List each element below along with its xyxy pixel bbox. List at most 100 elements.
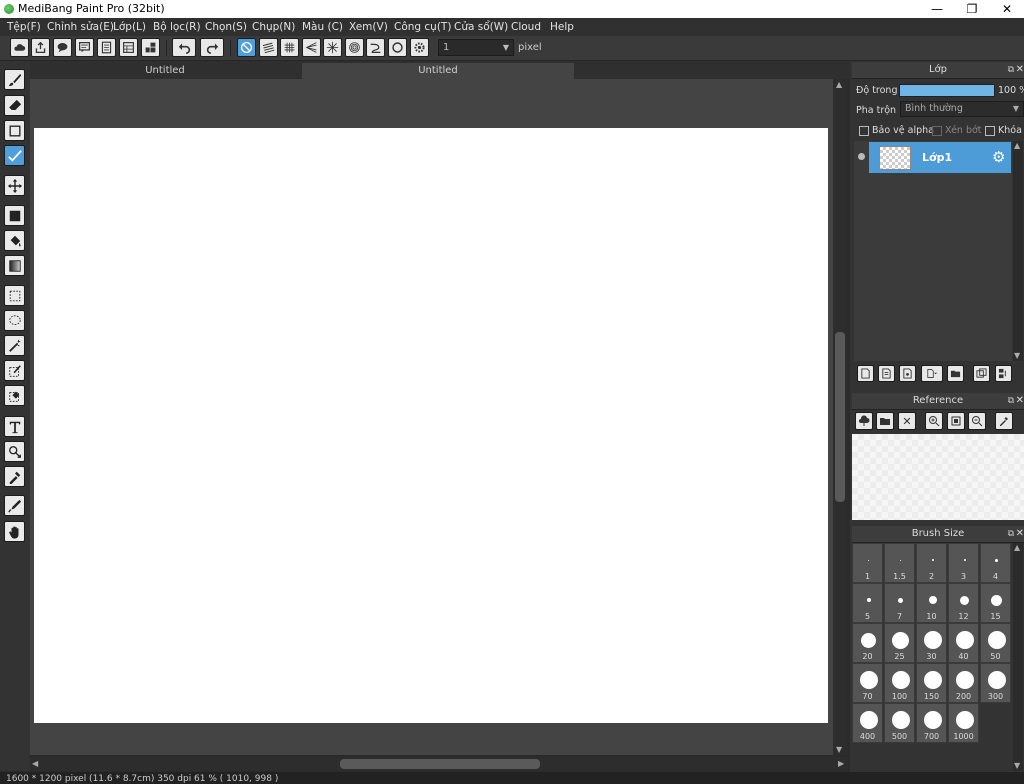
close-icon[interactable]: ✕ [1016,393,1024,409]
brush-size-cell[interactable]: 30 [916,623,947,663]
speech-bubble-icon[interactable] [53,38,72,57]
text-tool-icon[interactable] [4,416,25,437]
duplicate-layer-icon[interactable] [973,365,990,382]
brush-size-cell[interactable]: 1.5 [884,543,915,583]
brush-size-cell[interactable]: 25 [884,623,915,663]
maximize-button[interactable]: ❐ [955,0,989,18]
new-layer-icon[interactable] [857,365,874,382]
upload-icon[interactable] [31,38,50,57]
scroll-up-icon[interactable]: ▲ [836,80,842,89]
eyedropper-tool-icon[interactable] [4,466,25,487]
close-reference-icon[interactable]: ✕ [898,412,916,430]
scroll-down-icon[interactable]: ▼ [1014,351,1020,360]
color-picker-tool-icon[interactable] [4,495,25,516]
undo-icon[interactable] [172,38,196,57]
menu-select[interactable]: Chọn(S) [205,21,247,33]
opacity-slider[interactable] [899,84,995,97]
close-icon[interactable]: ✕ [1016,62,1024,78]
zoom-out-icon[interactable] [968,412,986,430]
blend-mode-select[interactable]: Bình thường ▼ [900,101,1024,117]
open-folder-icon[interactable] [876,412,894,430]
gradient-tool-icon[interactable] [4,255,25,276]
document-icon[interactable] [97,38,116,57]
select-pen-tool-icon[interactable] [4,360,25,381]
radial-snap-icon[interactable] [323,38,342,57]
comment-box-icon[interactable] [75,38,94,57]
brush-size-cell[interactable]: 70 [852,663,883,703]
brush-size-cell[interactable]: 12 [948,583,979,623]
brush-size-cell[interactable]: 4 [980,543,1011,583]
hand-tool-icon[interactable] [4,521,25,542]
parallel-snap-icon[interactable] [259,38,278,57]
brush-size-cell[interactable]: 100 [884,663,915,703]
page-layout-icon[interactable] [119,38,138,57]
tab-untitled-2[interactable]: Untitled [302,63,574,79]
layer-list-scrollbar[interactable]: ▲ ▼ [1013,141,1023,361]
popout-icon[interactable]: ⧉ [1008,62,1014,78]
brush-size-cell[interactable]: 40 [948,623,979,663]
cloud-download-icon[interactable] [855,412,873,430]
menu-color[interactable]: Màu (C) [302,21,343,33]
panel-layout-icon[interactable] [141,38,160,57]
horizontal-scroll-thumb[interactable] [340,759,540,769]
snap-settings-gear-icon[interactable] [410,38,429,57]
curve-snap-icon[interactable] [366,38,385,57]
menu-window[interactable]: Cửa sổ(W) [454,21,508,33]
menu-edit[interactable]: Chỉnh sửa(E) [47,21,114,33]
brush-size-cell[interactable]: 15 [980,583,1011,623]
scroll-up-icon[interactable]: ▲ [1014,141,1020,150]
move-tool-icon[interactable] [4,175,25,196]
redo-icon[interactable] [200,38,224,57]
scroll-left-icon[interactable]: ◀ [32,759,38,768]
menu-filter[interactable]: Bộ lọc(R) [153,21,201,33]
circle-snap-icon[interactable] [388,38,407,57]
brush-tool-icon[interactable] [4,69,25,90]
brush-size-cell[interactable]: 10 [916,583,947,623]
lasso-tool-icon[interactable] [4,310,25,331]
menu-help[interactable]: Help [550,21,574,33]
scroll-down-icon[interactable]: ▼ [1014,761,1020,770]
brush-size-cell[interactable]: 2 [916,543,947,583]
clipping-checkbox[interactable] [932,126,942,136]
protect-alpha-checkbox[interactable] [859,126,869,136]
brush-size-cell[interactable]: 50 [980,623,1011,663]
close-icon[interactable]: ✕ [1016,526,1024,542]
brush-size-cell[interactable]: 150 [916,663,947,703]
concentric-snap-icon[interactable] [345,38,364,57]
add-layer-dropdown-icon[interactable] [921,365,943,382]
operation-tool-icon[interactable] [4,441,25,462]
close-button[interactable]: ✕ [990,0,1024,18]
reference-eyedropper-icon[interactable] [995,412,1013,430]
tab-untitled-1[interactable]: Untitled [30,63,300,79]
visibility-eye-icon[interactable] [858,153,865,160]
zoom-in-icon[interactable] [925,412,943,430]
menu-view[interactable]: Xem(V) [349,21,388,33]
new-8bit-layer-icon[interactable] [899,365,916,382]
lock-checkbox[interactable] [985,126,995,136]
brush-size-cell[interactable]: 500 [884,703,915,743]
brush-size-scrollbar[interactable]: ▲ ▼ [1013,543,1023,771]
bucket-tool-icon[interactable] [4,230,25,251]
snap-off-icon[interactable] [237,38,256,57]
brush-size-cell[interactable]: 300 [980,663,1011,703]
scroll-right-icon[interactable]: ▶ [838,759,844,768]
fit-to-window-icon[interactable] [947,412,965,430]
popout-icon[interactable]: ⧉ [1008,526,1014,542]
grid-snap-icon[interactable] [280,38,299,57]
brush-size-cell[interactable]: 20 [852,623,883,663]
fill-rect-tool-icon[interactable] [4,205,25,226]
menu-tools[interactable]: Công cụ(T) [394,21,451,33]
select-rect-tool-icon[interactable] [4,285,25,306]
new-halftone-layer-icon[interactable] [878,365,895,382]
scroll-up-icon[interactable]: ▲ [1014,543,1020,552]
brush-size-cell[interactable]: 7 [884,583,915,623]
menu-cloud[interactable]: Cloud [511,21,541,33]
brush-size-cell[interactable]: 400 [852,703,883,743]
perspective-snap-icon[interactable] [302,38,321,57]
reference-canvas[interactable] [852,434,1024,520]
popout-icon[interactable]: ⧉ [1008,393,1014,409]
menu-file[interactable]: Tệp(F) [7,21,41,33]
brush-size-cell[interactable]: 1000 [948,703,979,743]
vertical-scroll-thumb[interactable] [835,332,845,502]
brush-size-cell[interactable]: 5 [852,583,883,623]
